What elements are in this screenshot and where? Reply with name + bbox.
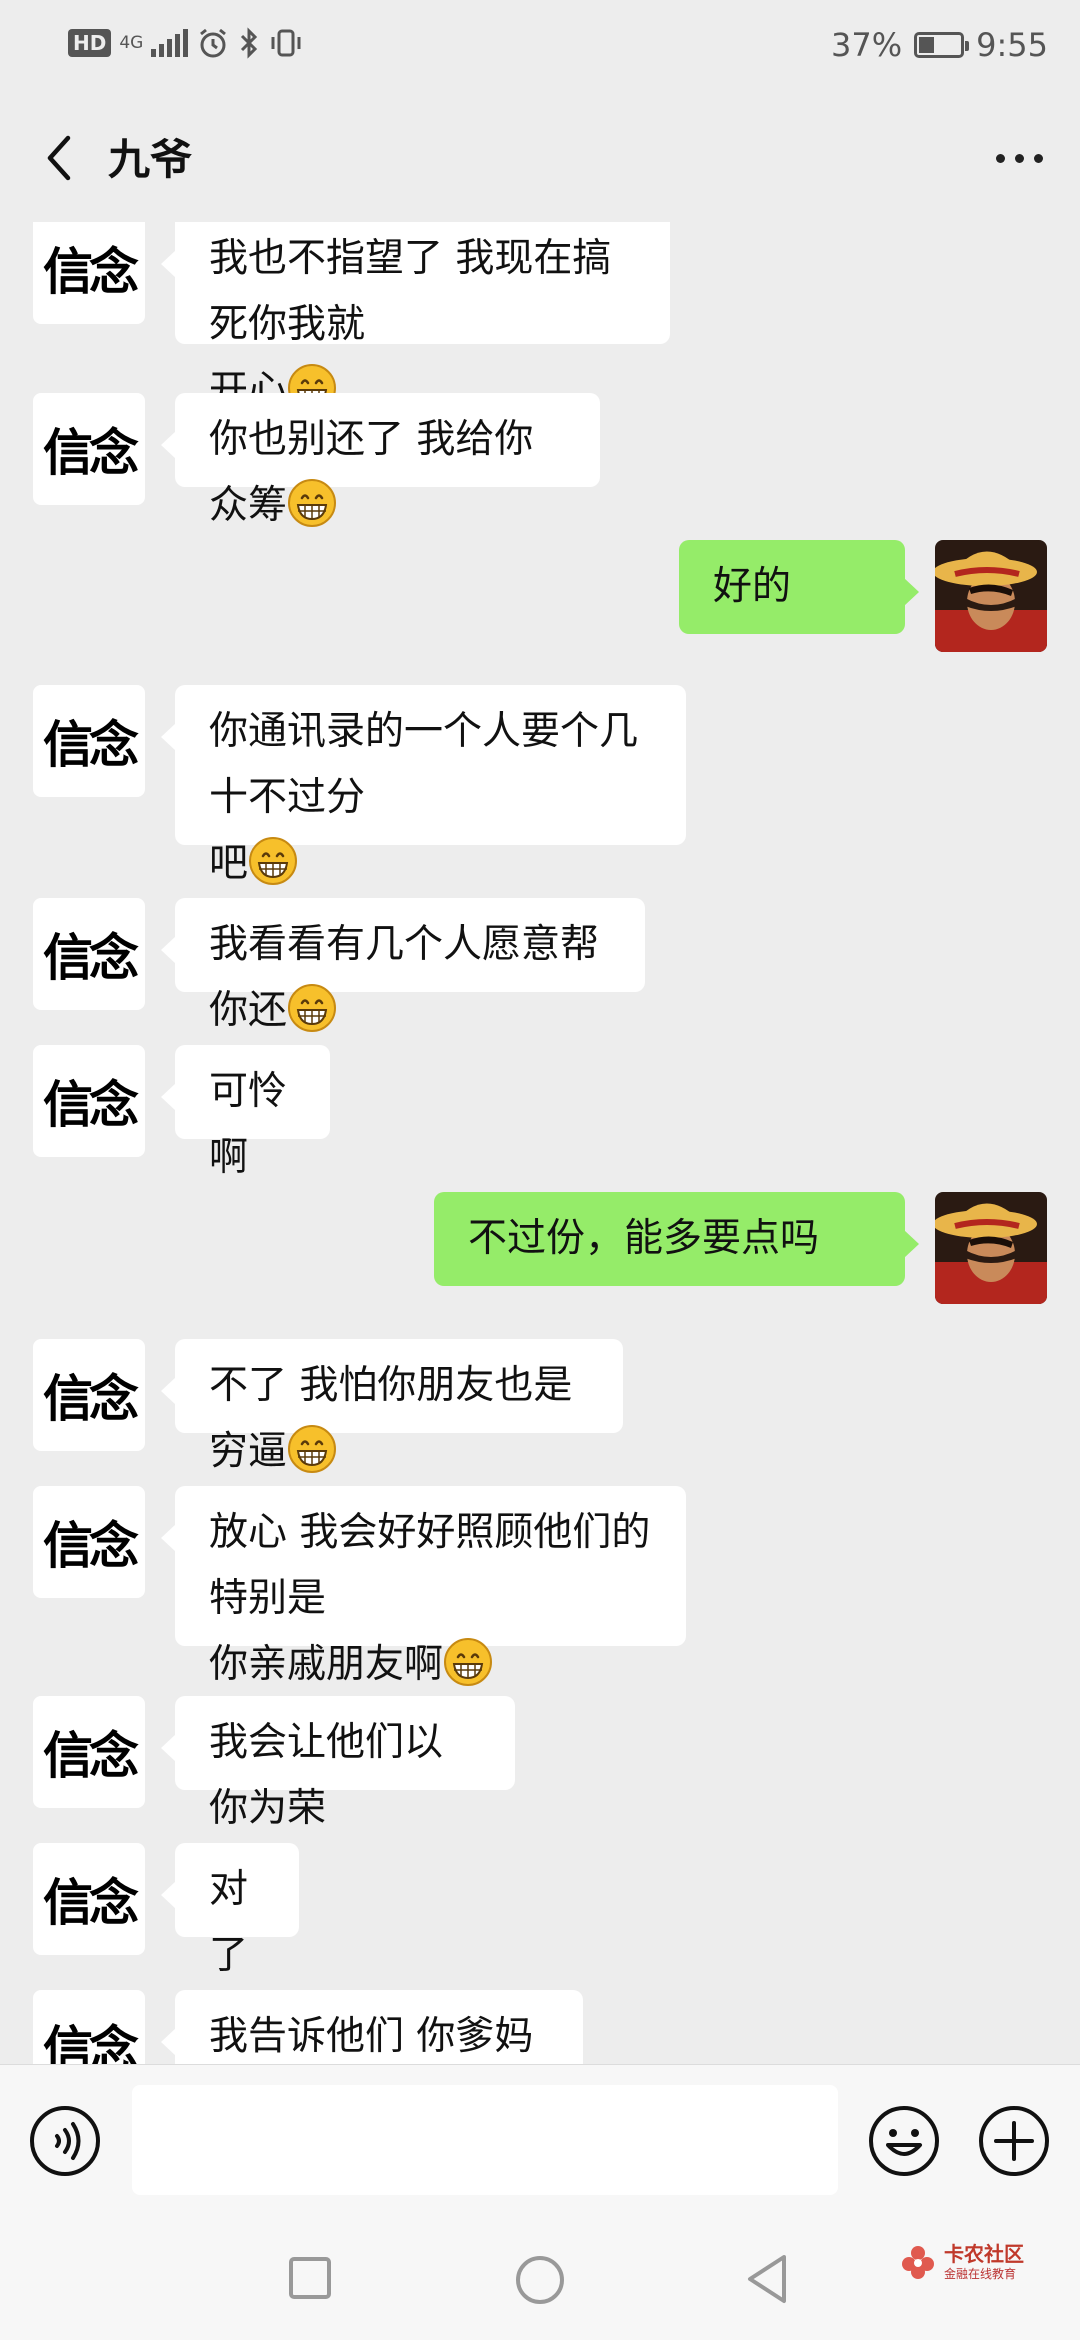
clock: 9:55	[976, 26, 1048, 64]
message-row: 信念 我会让他们以你为荣	[0, 1696, 1080, 1831]
incoming-message-bubble[interactable]: 我看看有几个人愿意帮你还	[161, 898, 645, 1033]
message-row: 不过份，能多要点吗	[0, 1192, 1080, 1304]
contact-avatar-text: 信念	[43, 1873, 139, 1932]
message-text: 你也别还了 我给你众筹	[209, 417, 534, 528]
contact-avatar[interactable]: 信念	[33, 1843, 145, 1955]
message-row: 信念 可怜啊	[0, 1045, 1080, 1180]
contact-avatar-text: 信念	[43, 2020, 139, 2064]
contact-avatar-text: 信念	[43, 1075, 139, 1134]
status-left: HD 4G	[68, 26, 304, 60]
message-text: 不了 我怕你朋友也是穷逼	[209, 1363, 573, 1474]
watermark: 卡农社区 金融在线教育	[900, 2242, 1024, 2282]
message-row: 信念 我看看有几个人愿意帮你还	[0, 898, 1080, 1033]
message-text: 可怜啊	[209, 1069, 288, 1180]
message-row: 信念 不了 我怕你朋友也是穷逼	[0, 1339, 1080, 1474]
contact-avatar[interactable]: 信念	[33, 898, 145, 1010]
contact-avatar[interactable]: 信念	[33, 1990, 145, 2064]
incoming-message-bubble[interactable]: 我会让他们以你为荣	[161, 1696, 515, 1831]
message-text: 我也不指望了 我现在搞死你我就 开心	[209, 236, 612, 413]
contact-avatar-text: 信念	[43, 1516, 139, 1575]
outgoing-message-bubble[interactable]: 好的	[679, 540, 919, 634]
contact-avatar-text: 信念	[43, 928, 139, 987]
chevron-left-icon[interactable]	[30, 128, 90, 188]
back-triangle-icon[interactable]	[744, 2252, 790, 2306]
message-text: 对了	[209, 1867, 249, 1978]
contact-avatar[interactable]: 信念	[33, 1045, 145, 1157]
incoming-message-bubble[interactable]: 你也别还了 我给你众筹	[161, 393, 600, 528]
message-row: 信念 我告诉他们 你爹妈也借了	[0, 1990, 1080, 2064]
my-avatar[interactable]	[935, 540, 1047, 652]
plus-icon[interactable]	[976, 2103, 1052, 2179]
message-row: 信念 你通讯录的一个人要个几十不过分 吧	[0, 685, 1080, 886]
incoming-message-bubble[interactable]: 不了 我怕你朋友也是穷逼	[161, 1339, 623, 1474]
message-text: 放心 我会好好照顾他们的 特别是 你亲戚朋友啊	[209, 1510, 651, 1687]
contact-avatar-text: 信念	[43, 423, 139, 482]
contact-avatar[interactable]: 信念	[33, 222, 145, 324]
message-row: 信念 放心 我会好好照顾他们的 特别是 你亲戚朋友啊	[0, 1486, 1080, 1687]
incoming-message-bubble[interactable]: 我也不指望了 我现在搞死你我就 开心	[161, 222, 670, 413]
message-text: 不过份，能多要点吗	[468, 1216, 820, 1261]
grin-emoji-icon	[444, 1638, 493, 1686]
signal-icon	[151, 29, 189, 57]
chat-header: 九爷	[0, 92, 1080, 222]
contact-avatar-text: 信念	[43, 715, 139, 774]
bluetooth-icon	[241, 27, 258, 59]
flower-logo-icon	[902, 2246, 934, 2279]
more-dots-icon[interactable]	[984, 128, 1054, 188]
outgoing-message-bubble[interactable]: 不过份，能多要点吗	[434, 1192, 919, 1286]
battery-percent: 37%	[831, 26, 903, 64]
message-list[interactable]: 信念 我也不指望了 我现在搞死你我就 开心 信念 你也别还了 我给你众筹 好的 信念 你通讯…	[0, 222, 1080, 2064]
grin-emoji-icon	[288, 1425, 337, 1473]
alarm-icon	[200, 28, 227, 58]
watermark-title: 卡农社区	[944, 2242, 1024, 2266]
grin-emoji-icon	[288, 479, 337, 527]
contact-avatar-text: 信念	[43, 1369, 139, 1428]
message-text: 好的	[713, 564, 792, 609]
contact-avatar[interactable]: 信念	[33, 1339, 145, 1451]
message-row: 信念 对了	[0, 1843, 1080, 1978]
message-text: 我告诉他们 你爹妈也借了	[209, 2014, 534, 2059]
watermark-subtitle: 金融在线教育	[944, 2267, 1017, 2281]
recent-apps-icon[interactable]	[288, 2256, 332, 2300]
contact-avatar[interactable]: 信念	[33, 393, 145, 505]
contact-avatar[interactable]: 信念	[33, 1696, 145, 1808]
chat-title: 九爷	[108, 135, 193, 184]
incoming-message-bubble[interactable]: 你通讯录的一个人要个几十不过分 吧	[161, 685, 686, 886]
incoming-message-bubble[interactable]: 放心 我会好好照顾他们的 特别是 你亲戚朋友啊	[161, 1486, 686, 1687]
contact-avatar-text: 信念	[43, 242, 139, 301]
message-row: 信念 我也不指望了 我现在搞死你我就 开心	[0, 222, 1080, 413]
message-text: 我看看有几个人愿意帮你还	[209, 922, 600, 1033]
incoming-message-bubble[interactable]: 我告诉他们 你爹妈也借了	[161, 1990, 583, 2064]
battery-icon	[914, 32, 970, 58]
hd-badge: HD	[68, 29, 112, 57]
incoming-message-bubble[interactable]: 可怜啊	[161, 1045, 330, 1180]
grin-emoji-icon	[288, 984, 337, 1032]
message-text: 我会让他们以你为荣	[209, 1720, 444, 1831]
message-row: 信念 你也别还了 我给你众筹	[0, 393, 1080, 528]
status-right: 37% 9:55	[831, 26, 1048, 64]
message-row: 好的	[0, 540, 1080, 652]
status-bar: HD 4G 37% 9:55	[0, 0, 1080, 92]
message-input[interactable]	[132, 2085, 838, 2195]
system-nav-bar: 卡农社区 金融在线教育	[0, 2216, 1080, 2340]
network-type: 4G	[119, 32, 144, 53]
home-icon[interactable]	[514, 2254, 566, 2306]
contact-avatar-text: 信念	[43, 1726, 139, 1785]
contact-avatar[interactable]: 信念	[33, 1486, 145, 1598]
input-bar	[0, 2064, 1080, 2217]
voice-icon[interactable]	[27, 2103, 103, 2179]
my-avatar[interactable]	[935, 1192, 1047, 1304]
incoming-message-bubble[interactable]: 对了	[161, 1843, 299, 1978]
contact-avatar[interactable]: 信念	[33, 685, 145, 797]
vibrate-icon	[271, 29, 301, 57]
grin-emoji-icon	[249, 837, 298, 885]
emoji-icon[interactable]	[866, 2103, 942, 2179]
